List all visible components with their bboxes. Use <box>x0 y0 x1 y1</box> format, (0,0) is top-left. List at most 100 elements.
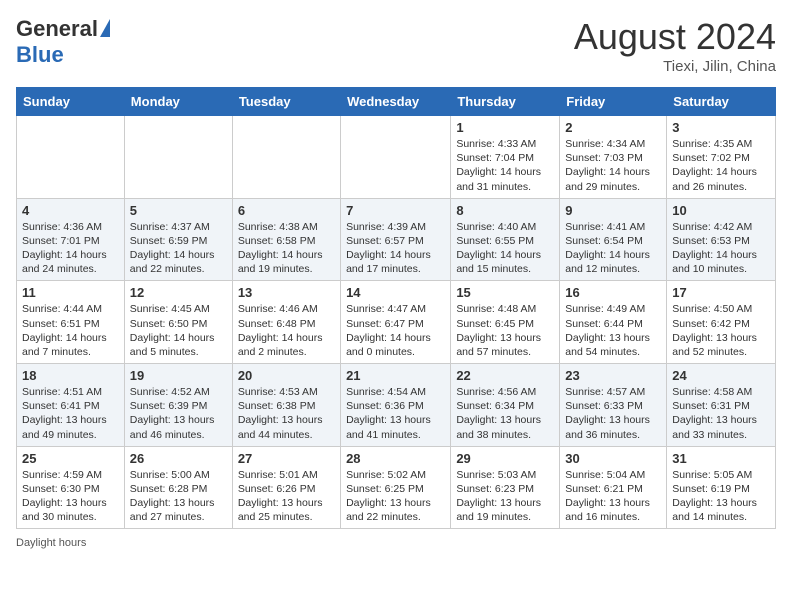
calendar-cell: 6 Sunrise: 4:38 AM Sunset: 6:58 PM Daylig… <box>232 198 340 281</box>
calendar-cell: 8Sunrise: 4:40 AM Sunset: 6:55 PM Daylig… <box>451 198 560 281</box>
day-info: Sunrise: 4:50 AM Sunset: 6:42 PM Dayligh… <box>672 302 770 359</box>
calendar-cell: 9Sunrise: 4:41 AM Sunset: 6:54 PM Daylig… <box>560 198 667 281</box>
day-number: 30 <box>565 451 661 466</box>
weekday-header-thursday: Thursday <box>451 88 560 116</box>
day-info: Sunrise: 4:59 AM Sunset: 6:30 PM Dayligh… <box>22 468 119 525</box>
day-number: 20 <box>238 368 335 383</box>
calendar-cell: 25 Sunrise: 4:59 AM Sunset: 6:30 PM Dayli… <box>17 446 125 529</box>
calendar-cell: 14 Sunrise: 4:47 AM Sunset: 6:47 PM Dayli… <box>341 281 451 364</box>
footer: Daylight hours <box>16 537 776 549</box>
month-year-title: August 2024 <box>574 16 776 58</box>
day-info: Sunrise: 4:46 AM Sunset: 6:48 PM Dayligh… <box>238 302 335 359</box>
day-info: Sunrise: 4:39 AM Sunset: 6:57 PM Dayligh… <box>346 220 445 277</box>
day-number: 18 <box>22 368 119 383</box>
day-info: Sunrise: 4:34 AM Sunset: 7:03 PM Dayligh… <box>565 137 661 194</box>
day-info: Sunrise: 5:04 AM Sunset: 6:21 PM Dayligh… <box>565 468 661 525</box>
day-info: Sunrise: 5:03 AM Sunset: 6:23 PM Dayligh… <box>456 468 554 525</box>
calendar-cell: 20 Sunrise: 4:53 AM Sunset: 6:38 PM Dayli… <box>232 364 340 447</box>
day-info: Sunrise: 5:05 AM Sunset: 6:19 PM Dayligh… <box>672 468 770 525</box>
logo-general-text: General <box>16 16 98 42</box>
day-number: 4 <box>22 203 119 218</box>
calendar-week-row: 11 Sunrise: 4:44 AM Sunset: 6:51 PM Dayli… <box>17 281 776 364</box>
calendar-cell: 24 Sunrise: 4:58 AM Sunset: 6:31 PM Dayli… <box>667 364 776 447</box>
calendar-cell: 15Sunrise: 4:48 AM Sunset: 6:45 PM Dayli… <box>451 281 560 364</box>
day-info: Sunrise: 5:02 AM Sunset: 6:25 PM Dayligh… <box>346 468 445 525</box>
calendar-cell: 29 Sunrise: 5:03 AM Sunset: 6:23 PM Dayli… <box>451 446 560 529</box>
weekday-header-row: SundayMondayTuesdayWednesdayThursdayFrid… <box>17 88 776 116</box>
day-number: 19 <box>130 368 227 383</box>
calendar-cell: 28 Sunrise: 5:02 AM Sunset: 6:25 PM Dayli… <box>341 446 451 529</box>
calendar-cell: 23 Sunrise: 4:57 AM Sunset: 6:33 PM Dayli… <box>560 364 667 447</box>
calendar-week-row: 1 Sunrise: 4:33 AM Sunset: 7:04 PM Daylig… <box>17 116 776 199</box>
day-number: 26 <box>130 451 227 466</box>
calendar-cell: 3 Sunrise: 4:35 AM Sunset: 7:02 PM Daylig… <box>667 116 776 199</box>
calendar-cell: 19 Sunrise: 4:52 AM Sunset: 6:39 PM Dayli… <box>124 364 232 447</box>
logo-blue-text: Blue <box>16 42 64 68</box>
day-info: Sunrise: 4:44 AM Sunset: 6:51 PM Dayligh… <box>22 302 119 359</box>
day-number: 13 <box>238 285 335 300</box>
calendar-week-row: 18Sunrise: 4:51 AM Sunset: 6:41 PM Dayli… <box>17 364 776 447</box>
calendar-cell: 4Sunrise: 4:36 AM Sunset: 7:01 PM Daylig… <box>17 198 125 281</box>
day-number: 11 <box>22 285 119 300</box>
calendar-cell: 21 Sunrise: 4:54 AM Sunset: 6:36 PM Dayli… <box>341 364 451 447</box>
weekday-header-monday: Monday <box>124 88 232 116</box>
day-info: Sunrise: 4:53 AM Sunset: 6:38 PM Dayligh… <box>238 385 335 442</box>
day-info: Sunrise: 4:42 AM Sunset: 6:53 PM Dayligh… <box>672 220 770 277</box>
day-number: 7 <box>346 203 445 218</box>
calendar-week-row: 4Sunrise: 4:36 AM Sunset: 7:01 PM Daylig… <box>17 198 776 281</box>
day-number: 14 <box>346 285 445 300</box>
day-info: Sunrise: 4:45 AM Sunset: 6:50 PM Dayligh… <box>130 302 227 359</box>
logo-triangle-icon <box>100 19 110 37</box>
day-number: 21 <box>346 368 445 383</box>
weekday-header-sunday: Sunday <box>17 88 125 116</box>
calendar-cell: 30 Sunrise: 5:04 AM Sunset: 6:21 PM Dayli… <box>560 446 667 529</box>
calendar-cell: 7 Sunrise: 4:39 AM Sunset: 6:57 PM Daylig… <box>341 198 451 281</box>
calendar-cell: 2Sunrise: 4:34 AM Sunset: 7:03 PM Daylig… <box>560 116 667 199</box>
calendar-cell: 27Sunrise: 5:01 AM Sunset: 6:26 PM Dayli… <box>232 446 340 529</box>
day-info: Sunrise: 5:00 AM Sunset: 6:28 PM Dayligh… <box>130 468 227 525</box>
page-header: General Blue August 2024 Tiexi, Jilin, C… <box>16 16 776 75</box>
day-number: 29 <box>456 451 554 466</box>
calendar-cell: 31 Sunrise: 5:05 AM Sunset: 6:19 PM Dayli… <box>667 446 776 529</box>
day-number: 28 <box>346 451 445 466</box>
day-info: Sunrise: 4:40 AM Sunset: 6:55 PM Dayligh… <box>456 220 554 277</box>
calendar-cell: 16Sunrise: 4:49 AM Sunset: 6:44 PM Dayli… <box>560 281 667 364</box>
daylight-hours-label: Daylight hours <box>16 537 86 549</box>
day-number: 31 <box>672 451 770 466</box>
day-number: 15 <box>456 285 554 300</box>
day-number: 12 <box>130 285 227 300</box>
day-info: Sunrise: 4:33 AM Sunset: 7:04 PM Dayligh… <box>456 137 554 194</box>
calendar-cell <box>124 116 232 199</box>
calendar-cell: 5 Sunrise: 4:37 AM Sunset: 6:59 PM Daylig… <box>124 198 232 281</box>
day-info: Sunrise: 4:57 AM Sunset: 6:33 PM Dayligh… <box>565 385 661 442</box>
day-number: 24 <box>672 368 770 383</box>
day-number: 17 <box>672 285 770 300</box>
day-info: Sunrise: 4:35 AM Sunset: 7:02 PM Dayligh… <box>672 137 770 194</box>
calendar-cell: 17 Sunrise: 4:50 AM Sunset: 6:42 PM Dayli… <box>667 281 776 364</box>
day-number: 1 <box>456 120 554 135</box>
weekday-header-friday: Friday <box>560 88 667 116</box>
day-info: Sunrise: 4:52 AM Sunset: 6:39 PM Dayligh… <box>130 385 227 442</box>
day-info: Sunrise: 4:54 AM Sunset: 6:36 PM Dayligh… <box>346 385 445 442</box>
day-info: Sunrise: 4:58 AM Sunset: 6:31 PM Dayligh… <box>672 385 770 442</box>
calendar-cell: 12 Sunrise: 4:45 AM Sunset: 6:50 PM Dayli… <box>124 281 232 364</box>
logo: General Blue <box>16 16 110 68</box>
weekday-header-tuesday: Tuesday <box>232 88 340 116</box>
day-info: Sunrise: 4:38 AM Sunset: 6:58 PM Dayligh… <box>238 220 335 277</box>
calendar-cell: 26 Sunrise: 5:00 AM Sunset: 6:28 PM Dayli… <box>124 446 232 529</box>
day-number: 5 <box>130 203 227 218</box>
calendar-cell: 18Sunrise: 4:51 AM Sunset: 6:41 PM Dayli… <box>17 364 125 447</box>
day-info: Sunrise: 4:37 AM Sunset: 6:59 PM Dayligh… <box>130 220 227 277</box>
day-number: 27 <box>238 451 335 466</box>
day-number: 25 <box>22 451 119 466</box>
day-number: 6 <box>238 203 335 218</box>
day-number: 9 <box>565 203 661 218</box>
calendar-table: SundayMondayTuesdayWednesdayThursdayFrid… <box>16 87 776 529</box>
day-number: 22 <box>456 368 554 383</box>
day-number: 3 <box>672 120 770 135</box>
day-info: Sunrise: 4:47 AM Sunset: 6:47 PM Dayligh… <box>346 302 445 359</box>
location-subtitle: Tiexi, Jilin, China <box>574 58 776 75</box>
day-number: 23 <box>565 368 661 383</box>
calendar-cell: 13 Sunrise: 4:46 AM Sunset: 6:48 PM Dayli… <box>232 281 340 364</box>
title-block: August 2024 Tiexi, Jilin, China <box>574 16 776 75</box>
